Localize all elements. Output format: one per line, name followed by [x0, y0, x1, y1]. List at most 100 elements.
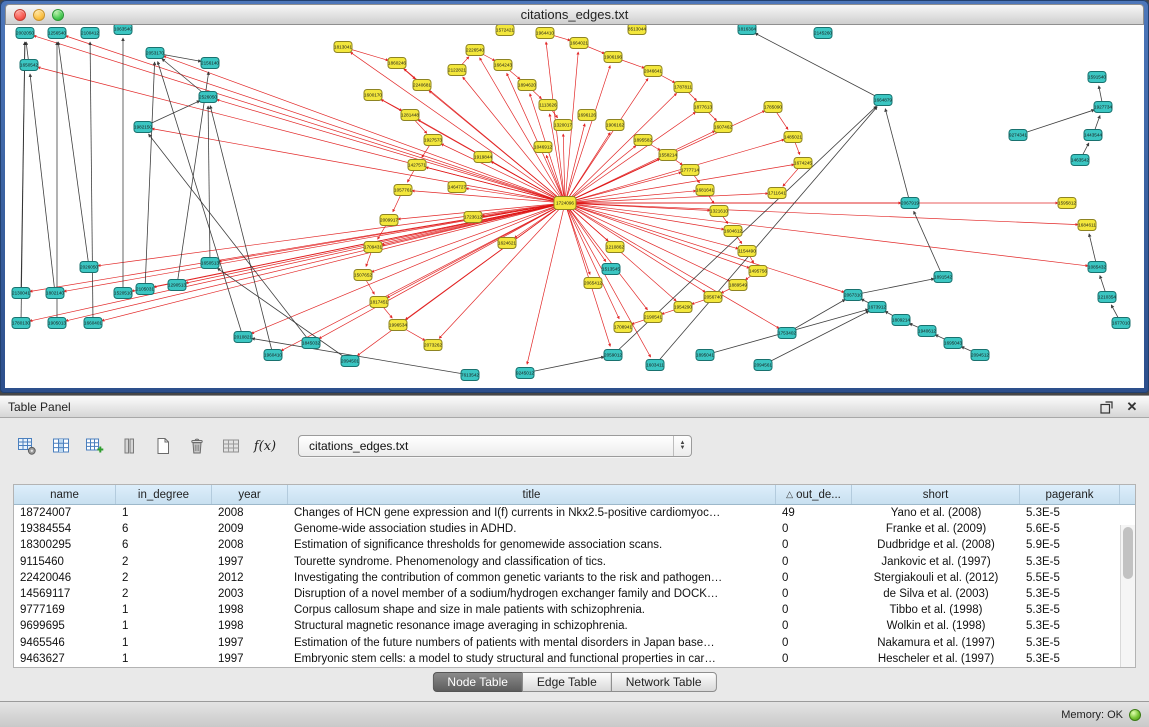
cell[interactable]: Tourette syndrome. Phenomenology and cla…	[288, 556, 776, 568]
table-row[interactable]: 1456911722003Disruption of a novel membe…	[14, 586, 1135, 602]
network-node[interactable]: 1996534	[389, 320, 407, 331]
network-node[interactable]: 1485021	[784, 132, 802, 143]
network-node[interactable]: 1960410	[264, 350, 282, 361]
cell[interactable]: Disruption of a novel member of a sodium…	[288, 588, 776, 600]
cell[interactable]: Estimation of significance thresholds fo…	[288, 539, 776, 551]
network-node[interactable]: 9245012	[516, 368, 534, 379]
network-node[interactable]: 2010821	[234, 332, 252, 343]
cell[interactable]: 0	[776, 620, 852, 632]
cell[interactable]: Wolkin et al. (1998)	[852, 620, 1020, 632]
cell[interactable]: 6	[116, 539, 212, 551]
network-edge[interactable]	[217, 268, 350, 361]
network-node[interactable]: 1660401	[84, 318, 102, 329]
network-node[interactable]: 2240681	[413, 80, 431, 91]
network-node[interactable]: 1464727	[448, 182, 466, 193]
network-node[interactable]: 2094512	[971, 350, 989, 361]
network-node[interactable]: 1753402	[778, 328, 796, 339]
network-node[interactable]: 2226540	[466, 45, 484, 56]
network-node[interactable]: 2009917	[380, 215, 398, 226]
network-node[interactable]: 1777714	[681, 165, 699, 176]
cell[interactable]: 9115460	[14, 556, 116, 568]
network-node[interactable]: 1684611	[1078, 220, 1096, 231]
table-row[interactable]: 911546021997Tourette syndrome. Phenomeno…	[14, 554, 1135, 570]
table-row[interactable]: 2242004622012Investigating the contribut…	[14, 570, 1135, 586]
network-window-titlebar[interactable]: citations_edges.txt	[5, 4, 1144, 25]
cell[interactable]: 9465546	[14, 637, 116, 649]
network-node[interactable]: 1085432	[1088, 262, 1106, 273]
network-node[interactable]: 1787811	[674, 82, 692, 93]
network-edge[interactable]	[755, 33, 883, 100]
network-node[interactable]: 2056740	[704, 292, 722, 303]
cell[interactable]: 22420046	[14, 572, 116, 584]
network-node[interactable]: 1603411	[646, 360, 664, 371]
cell[interactable]: 5.6E-5	[1020, 523, 1120, 535]
network-node[interactable]: 1210862	[606, 242, 624, 253]
import-table-icon[interactable]	[218, 434, 244, 458]
network-graph[interactable]: 1724096181304118602462240681160017012814…	[5, 25, 1144, 388]
cell[interactable]: 1997	[212, 556, 288, 568]
cell[interactable]: 0	[776, 588, 852, 600]
network-node[interactable]: 1894620	[518, 80, 536, 91]
column-header-in_degree[interactable]: in_degree	[116, 485, 212, 504]
tab-network-table[interactable]: Network Table	[611, 672, 717, 692]
network-node[interactable]: 2073262	[424, 340, 442, 351]
network-node[interactable]: 2094561	[754, 360, 772, 371]
network-node[interactable]: 1113626	[539, 100, 557, 111]
network-node[interactable]: 1463542	[1071, 155, 1089, 166]
network-node[interactable]: 1695043	[944, 338, 962, 349]
network-node[interactable]: 1940612	[918, 326, 936, 337]
network-node[interactable]: 1780130	[12, 318, 30, 329]
cell[interactable]: 9699695	[14, 620, 116, 632]
network-node[interactable]: 1495756	[749, 266, 767, 277]
column-header-short[interactable]: short	[852, 485, 1020, 504]
network-node[interactable]: 1895582	[634, 135, 652, 146]
column-header-out_de[interactable]: △out_de...	[776, 485, 852, 504]
network-edge[interactable]	[38, 67, 565, 203]
network-node[interactable]: 1954290	[674, 302, 692, 313]
show-columns-icon[interactable]	[48, 434, 74, 458]
network-node[interactable]: 1154490	[738, 246, 756, 257]
cell[interactable]: 14569117	[14, 588, 116, 600]
network-node[interactable]: 2067919	[901, 198, 919, 209]
cell[interactable]: 6	[116, 523, 212, 535]
network-edge[interactable]	[163, 56, 565, 203]
cell[interactable]: Franke et al. (2009)	[852, 523, 1020, 535]
network-node[interactable]: 1681641	[696, 185, 714, 196]
network-node[interactable]: 1817451	[370, 297, 388, 308]
cell[interactable]: 0	[776, 556, 852, 568]
cell[interactable]: 2009	[212, 523, 288, 535]
network-edge[interactable]	[34, 36, 565, 203]
cell[interactable]: 5.3E-5	[1020, 556, 1120, 568]
network-edge[interactable]	[21, 42, 25, 293]
network-edge[interactable]	[885, 109, 910, 203]
network-edge[interactable]	[281, 203, 565, 351]
cell[interactable]: 0	[776, 653, 852, 665]
cell[interactable]: Embryonic stem cells: a model to study s…	[288, 653, 776, 665]
network-edge[interactable]	[565, 164, 794, 203]
cell[interactable]: 1998	[212, 604, 288, 616]
cell[interactable]: 0	[776, 572, 852, 584]
float-panel-icon[interactable]	[1099, 400, 1113, 414]
table-selector-dropdown[interactable]: citations_edges.txt ▲▼	[298, 435, 692, 457]
network-node[interactable]: 1281448	[401, 110, 419, 121]
network-node[interactable]: 1604612	[724, 226, 742, 237]
cell[interactable]: Corpus callosum shape and size in male p…	[288, 604, 776, 616]
network-node[interactable]: 1906196	[604, 52, 622, 63]
network-node[interactable]: 1860246	[388, 58, 406, 69]
cell[interactable]: 1	[116, 637, 212, 649]
network-node[interactable]: 1664243	[494, 60, 512, 71]
network-node[interactable]: 1046912	[534, 142, 552, 153]
cell[interactable]: Changes of HCN gene expression and I(f) …	[288, 507, 776, 519]
network-edge[interactable]	[251, 203, 565, 334]
cell[interactable]: 5.5E-5	[1020, 572, 1120, 584]
network-node[interactable]: 1210354	[1098, 292, 1116, 303]
network-node[interactable]: 9274341	[1009, 130, 1027, 141]
network-node[interactable]: 1290513	[168, 280, 186, 291]
cell[interactable]: 2	[116, 572, 212, 584]
network-node[interactable]: 1321610	[710, 206, 728, 217]
network-node[interactable]: 1785090	[764, 102, 782, 113]
network-node[interactable]: 2145260	[814, 28, 832, 39]
cell[interactable]: 9463627	[14, 653, 116, 665]
network-node[interactable]: 2067310	[844, 290, 862, 301]
network-edge[interactable]	[217, 100, 565, 203]
